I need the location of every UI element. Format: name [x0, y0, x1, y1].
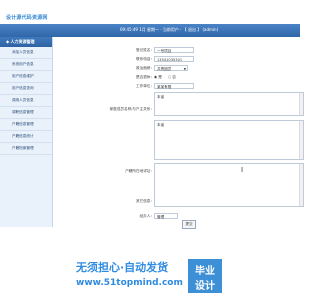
form-row: 工作单位： 某某有限 [52, 83, 300, 91]
chevron-down-icon: ▼ [183, 67, 186, 71]
textarea-text: 本省 [157, 123, 165, 127]
field-label: 其它信息： [136, 199, 154, 203]
form-row: 经办人： 管理 [52, 213, 300, 221]
sidebar-item[interactable]: 添加人员信息 [0, 47, 52, 59]
sidebar-item[interactable]: 用户信息维护 [0, 71, 52, 83]
scrollbar[interactable] [299, 121, 303, 159]
sidebar: ◆ 人力资源管理 添加人员信息 系统用户信息 用户信息维护 用户信息查询 调用人… [0, 37, 53, 227]
sidebar-item[interactable]: 户籍信息统计 [0, 131, 52, 143]
promo-badge: 毕业 设计 [188, 259, 222, 293]
radio-label: 否 [172, 75, 176, 79]
field-label: 是否退休： [136, 75, 154, 79]
sidebar-item[interactable]: 系统用户信息 [0, 59, 52, 71]
field-label: 经办人： [139, 214, 154, 218]
banner-line2: www.51topmind.com [76, 278, 183, 288]
badge-top: 毕业 [195, 266, 215, 277]
form-row: 联系电话： 13541035301 [52, 56, 300, 64]
sidebar-item[interactable]: 调用人员信息 [0, 95, 52, 107]
radio-no[interactable]: ○ 否 [168, 75, 176, 80]
sidebar-item[interactable]: 调职信息管理 [0, 107, 52, 119]
handler-field[interactable]: 管理 [154, 213, 178, 219]
sidebar-item[interactable]: 户籍档案管理 [0, 143, 52, 155]
app-logo: 设计源代码资源网 [6, 15, 48, 21]
info-form: 登记姓名： 一号项目 联系电话： 13541035301 政治面貌： 共青团员 … [52, 40, 304, 230]
scrollbar[interactable] [299, 164, 303, 206]
sidebar-item[interactable]: 用户信息查询 [0, 83, 52, 95]
form-row: 是否退休： ◉ 是 ○ 否 [52, 74, 300, 82]
name-field[interactable]: 一号项目 [154, 47, 194, 53]
sidebar-item[interactable]: 户籍信息管理 [0, 119, 52, 131]
submit-button[interactable]: 提交 [182, 220, 196, 229]
status-line: 09:45:49 1月 星期一 · 当前用户 · 【 退出 】 (admin) [120, 27, 219, 32]
workplace-field[interactable]: 某某有限 [154, 83, 194, 89]
select-value: 共青团员 [157, 67, 172, 71]
address-textarea[interactable]: 本省 [154, 120, 304, 160]
text-cursor-icon: I [241, 166, 244, 174]
field-label: 家庭成员名称/与户主关系： [109, 107, 154, 111]
phone-field[interactable]: 13541035301 [154, 56, 194, 62]
field-label: 联系电话： [136, 57, 154, 61]
form-row: 登记姓名： 一号项目 [52, 47, 300, 55]
form-row: 政治面貌： 共青团员 ▼ [52, 65, 300, 73]
radio-yes[interactable]: ◉ 是 [154, 75, 162, 80]
field-label: 户籍所在地详址： [125, 169, 154, 173]
field-label: 工作单位： [136, 84, 154, 88]
sidebar-section-title[interactable]: ◆ 人力资源管理 [0, 37, 52, 47]
political-select[interactable]: 共青团员 ▼ [154, 65, 188, 71]
banner-line1: 无须担心·自动发货 [76, 261, 169, 274]
field-label: 政治面貌： [136, 66, 154, 70]
textarea-text: 本省 [157, 95, 165, 99]
scrollbar[interactable] [299, 93, 303, 115]
family-textarea[interactable]: 本省 [154, 92, 304, 116]
radio-label: 是 [158, 75, 162, 79]
other-info-textarea[interactable] [154, 163, 304, 207]
badge-bottom: 设计 [195, 281, 215, 292]
nav-status-bar: 09:45:49 1月 星期一 · 当前用户 · 【 退出 】 (admin) [0, 24, 300, 37]
field-label: 登记姓名： [136, 48, 154, 52]
